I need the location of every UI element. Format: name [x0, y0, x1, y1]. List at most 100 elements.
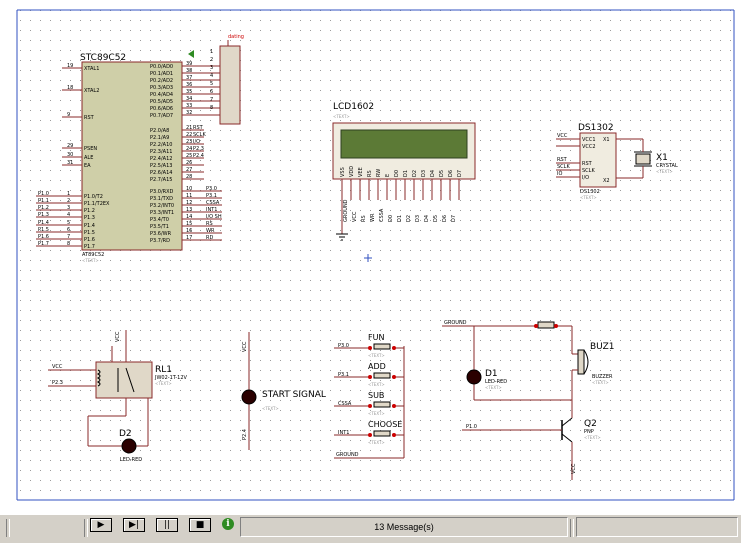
button-net-label: P3.1 [338, 372, 349, 378]
start-text: <TEXT> [262, 406, 279, 411]
mcu-name: STC89C52 [80, 53, 126, 63]
pause-button[interactable]: || [156, 518, 178, 532]
mcu-pin-number: 13 [186, 207, 192, 213]
button-name: ADD [368, 362, 386, 371]
lcd-pin-label: D2 [412, 170, 418, 177]
crystal-name: X1 [656, 153, 668, 163]
mcu-pin-label: P1.0/T2 [84, 194, 103, 200]
mcu-pin-label: XTAL2 [84, 88, 99, 94]
mcu-pin-label: P0.6/AD6 [150, 106, 173, 112]
mcu-pin-label: P2.4/A12 [150, 156, 172, 162]
button-pin-dot [368, 346, 372, 350]
button-add[interactable] [373, 372, 391, 379]
net-label: RST [193, 125, 204, 131]
mcu-pin-number: 8 [67, 241, 70, 247]
net-label: P3.0 [206, 186, 217, 192]
net-label: P1.2 [38, 205, 49, 211]
button-name: CHOOSE [368, 420, 402, 429]
relay-net-vcc2: VCC [115, 331, 121, 342]
net-label: P1.3 [38, 212, 49, 218]
net-label: RS [206, 221, 213, 227]
lcd-screen [340, 129, 468, 159]
mcu-pin-number: 7 [67, 234, 70, 240]
button-name: FUN [368, 333, 384, 342]
net-label: P1.4 [38, 220, 49, 226]
message-count[interactable]: 13 Message(s) [240, 517, 568, 537]
button-text: <TEXT> [368, 411, 385, 416]
button-fun[interactable] [373, 343, 391, 350]
lcd-pin-label: RS [367, 170, 373, 177]
mcu-pin-number: 30 [67, 152, 73, 158]
mcu-pin-label: P0.2/AD2 [150, 78, 173, 84]
net-label: P1.0 [38, 191, 49, 197]
lcd-pin-label: D0 [394, 170, 400, 177]
mcu-pin-label: P1.6 [84, 237, 95, 243]
mcu-pin-number: 11 [186, 193, 192, 199]
start-net-vcc: VCC [242, 341, 248, 352]
header-pin-number: 8 [210, 105, 213, 111]
mcu-pin-number: 5 [67, 220, 70, 226]
header-pin-number: 4 [210, 73, 213, 79]
relay-text: <TEXT> [155, 381, 172, 386]
lcd-net-label: VCC [352, 211, 358, 222]
lcd-net-label: RS [361, 215, 367, 222]
lcd-pin-label: RW [376, 169, 382, 177]
lcd-text: <TEXT> [333, 114, 350, 119]
led2-part: LED-RED [120, 457, 142, 463]
stop-button[interactable]: ■ [189, 518, 211, 532]
net-label: I/O [193, 139, 200, 145]
button-pin-dot [392, 375, 396, 379]
button-sub[interactable] [373, 401, 391, 408]
lcd-net-label: WR [370, 213, 376, 222]
button-pin-dot [368, 433, 372, 437]
start-net-p24: P2.4 [242, 429, 248, 440]
header-pin-number: 2 [210, 57, 213, 63]
header-pin-number: 6 [210, 89, 213, 95]
mcu-pin-label: P3.4/T0 [150, 217, 169, 223]
mcu-pin-number: 3 [67, 205, 70, 211]
relay-net-vcc: VCC [52, 364, 63, 370]
mcu-pin-label: P1.2 [84, 208, 95, 214]
header-label: dating [228, 34, 244, 40]
lcd-pin-label: D5 [439, 170, 445, 177]
mcu-pin-number: 4 [67, 212, 70, 218]
lcd-net-label: D7 [451, 215, 457, 222]
lcd-pin-label: D6 [448, 170, 454, 177]
schematic-canvas[interactable]: STC89C52 AT89C52 <TEXT> XTAL1 19 XTAL2 18 RS… [0, 0, 741, 514]
q2-name: Q2 [584, 419, 597, 429]
mcu-pin-label: P1.5 [84, 230, 95, 236]
info-icon[interactable]: i [222, 518, 234, 530]
lcd-pin-label: D7 [457, 170, 463, 177]
q2-net-p10: P1.0 [466, 424, 477, 430]
mcu-pin-label: P3.0/RXD [150, 189, 174, 195]
mcu-pin-number: 19 [67, 63, 73, 69]
status-right-panel [576, 517, 738, 537]
mcu-pin-label: P1.3 [84, 215, 95, 221]
mcu-pin-number: 24 [186, 146, 192, 152]
mcu-pin-number: 36 [186, 82, 192, 88]
play-button[interactable]: ▶ [90, 518, 112, 532]
lcd-name: LCD1602 [333, 102, 374, 112]
lcd-net-label: D6 [442, 215, 448, 222]
mcu-pin-number: 29 [67, 143, 73, 149]
button-pin-dot [368, 404, 372, 408]
mcu-pin-label: P0.5/AD5 [150, 99, 173, 105]
net-label: P1.7 [38, 241, 49, 247]
net-label: P3.1 [206, 193, 217, 199]
status-separator [6, 519, 10, 537]
mcu-pin-number: 31 [67, 160, 73, 166]
header-pin-number: 3 [210, 65, 213, 71]
mcu-pin-label: PSEN [84, 146, 97, 152]
start-label: START SIGNAL [262, 390, 326, 400]
lcd-net-label: D5 [433, 215, 439, 222]
net-label: P1.1 [38, 198, 49, 204]
mcu-pin-number: 2 [67, 198, 70, 204]
button-ground-net: GROUND [336, 452, 359, 458]
step-button[interactable]: ▶| [123, 518, 145, 532]
button-choose[interactable] [373, 430, 391, 437]
net-label: RD [206, 235, 213, 241]
mcu-pin-number: 34 [186, 96, 192, 102]
mcu-pin-label: ALE [84, 155, 93, 161]
schematic-svg[interactable]: STC89C52 AT89C52 <TEXT> XTAL119XTAL218RS… [0, 0, 741, 514]
mcu-pin-label: P3.3/INT1 [150, 210, 174, 216]
